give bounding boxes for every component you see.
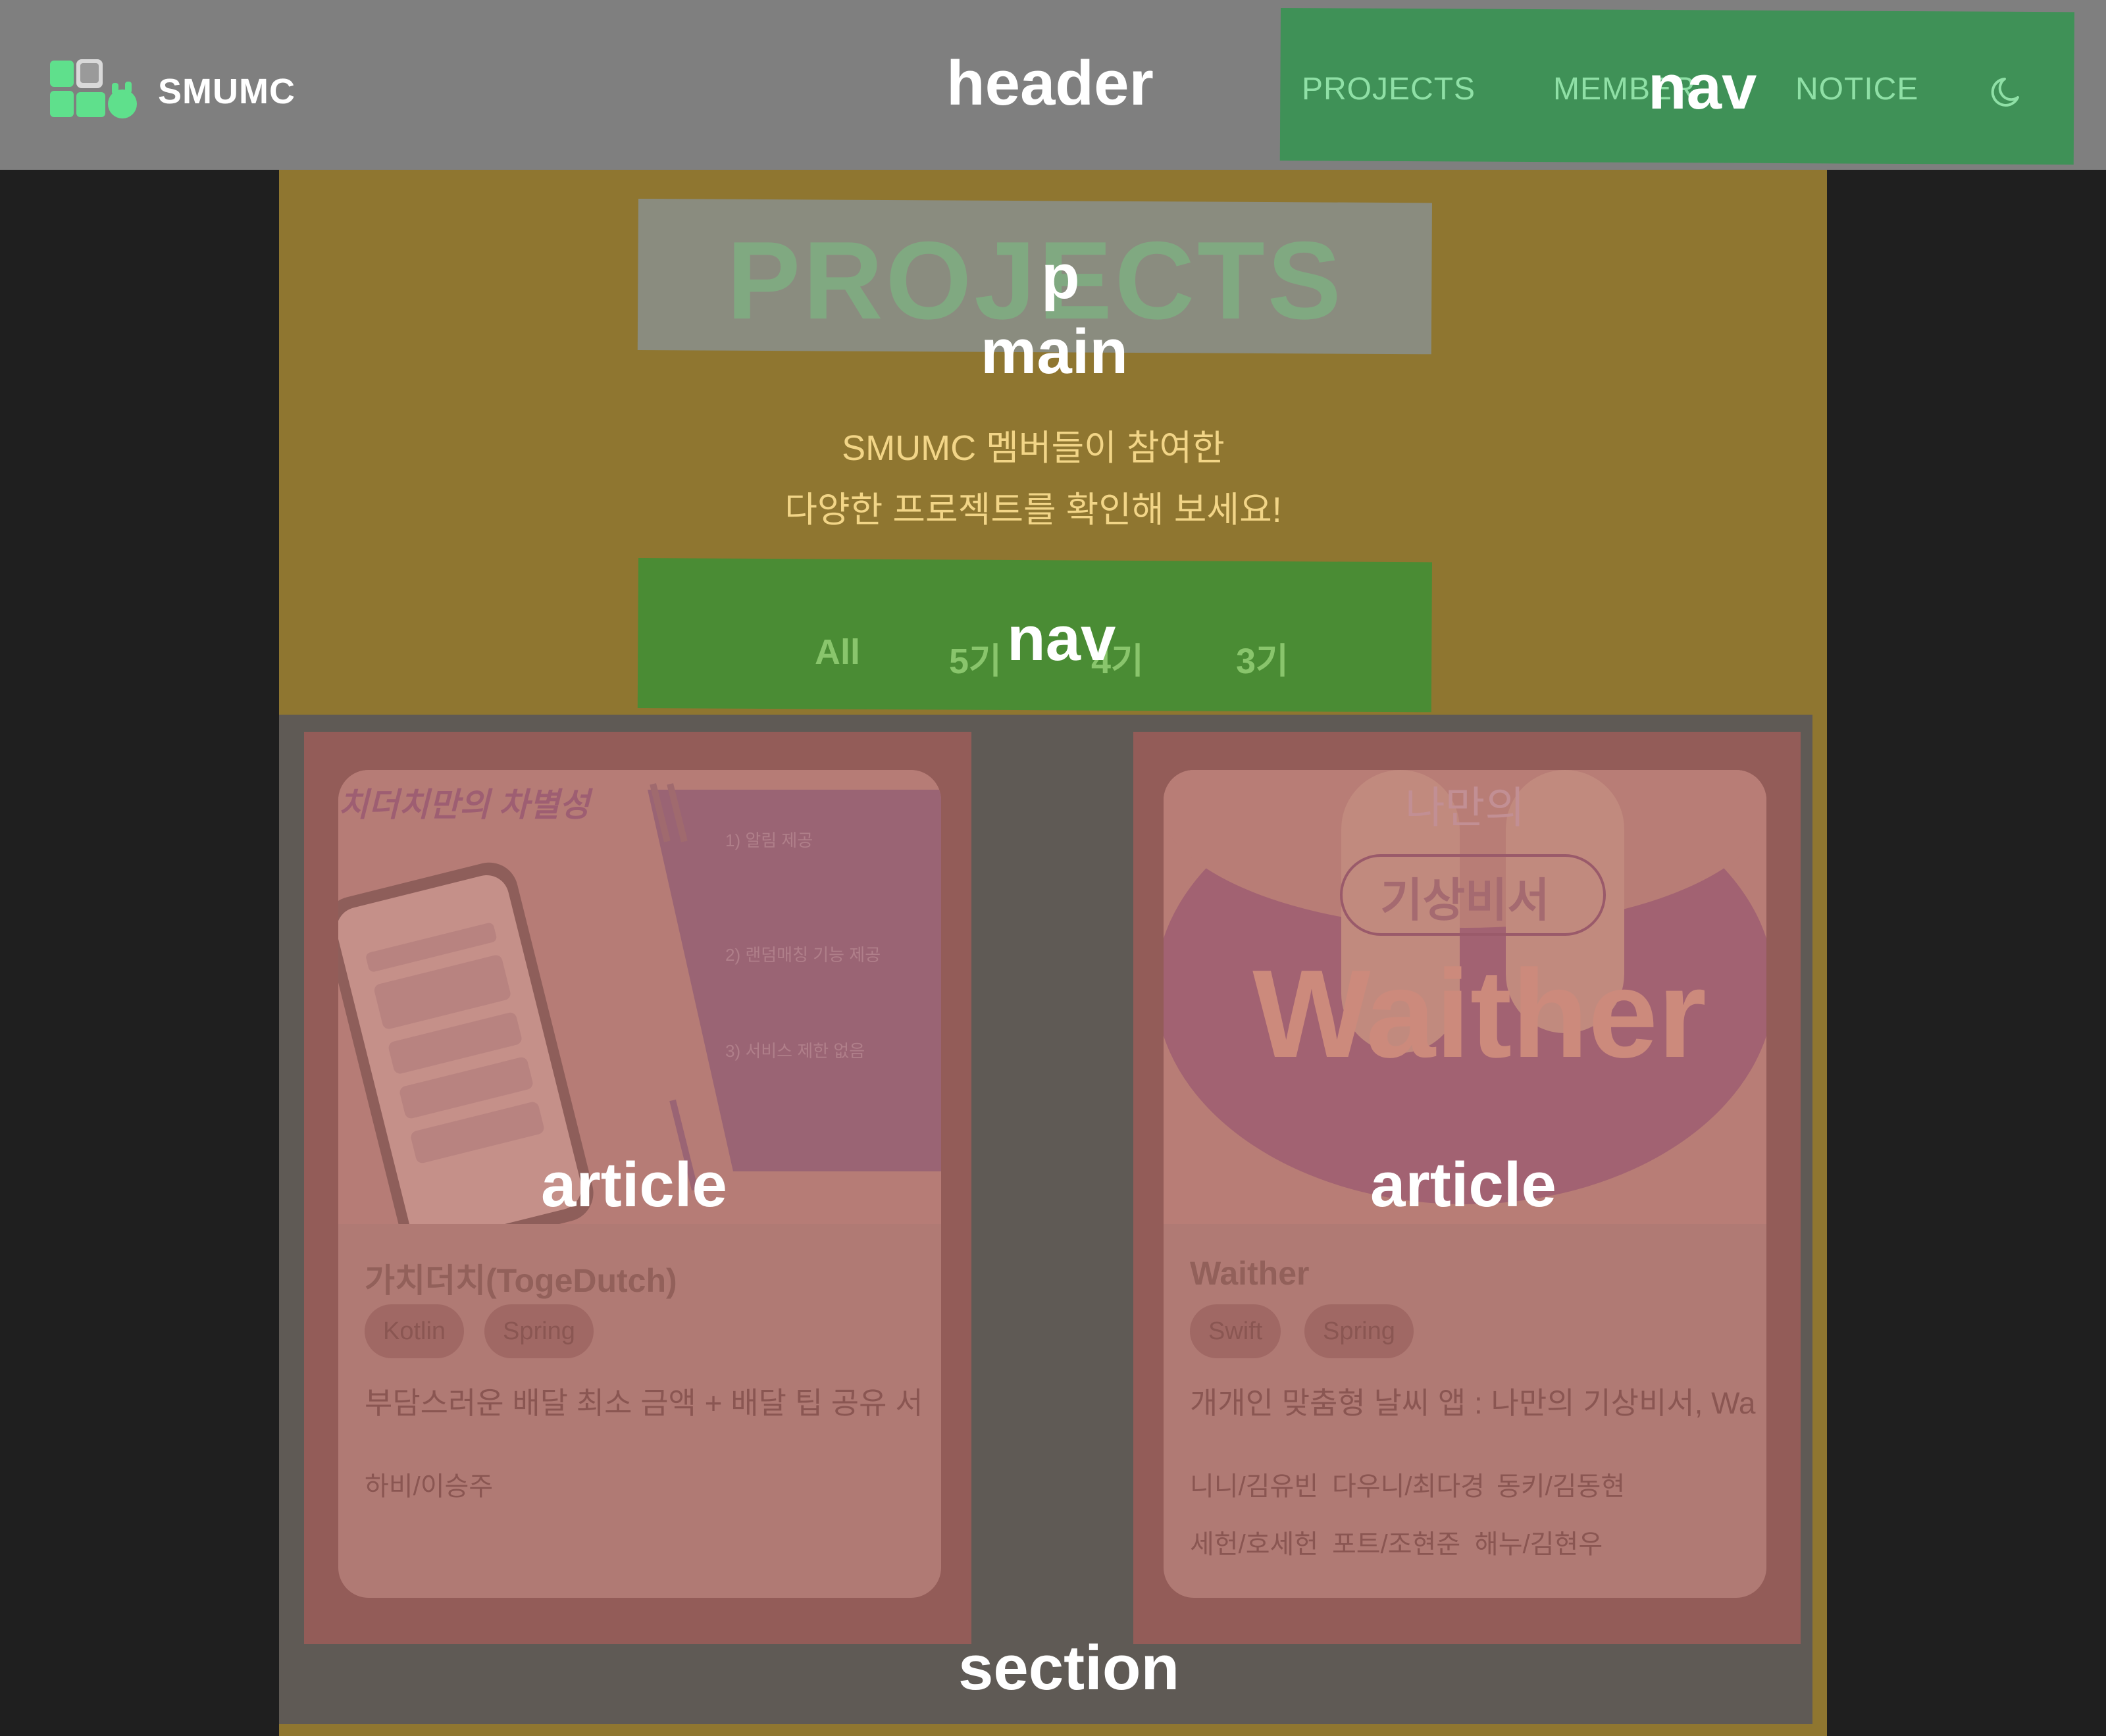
member-name: 동키/김동현 (1497, 1472, 1626, 1501)
member-name: 니니/김유빈 (1190, 1472, 1319, 1501)
thumb-logo: Waither (1252, 944, 1707, 1084)
filter-all[interactable]: All (815, 632, 860, 673)
subtitle-line-2: 다양한 프로젝트를 확인해 보세요! (784, 490, 1282, 530)
nav-link-projects[interactable]: PROJECTS (1302, 71, 1476, 107)
thumb-point-3: 3) 서비스 제한 없음 (725, 1041, 865, 1061)
header-overlay-label: header (946, 48, 1154, 118)
filter-gen-3[interactable]: 3기 (1236, 632, 1289, 684)
member-name: 해누/김현우 (1474, 1530, 1603, 1559)
subtitle-line-1: SMUMC 멤버들이 참여한 (842, 428, 1225, 468)
article-overlay-label: article (1370, 1150, 1556, 1220)
smumc-logo[interactable] (49, 58, 141, 121)
project-description: 부담스러운 배달 최소 금액 + 배달 팁 공유 서 (365, 1386, 923, 1420)
main-overlay-label: main (981, 317, 1129, 387)
p-overlay-label: p (1041, 242, 1080, 312)
member-name: 포트/조현준 (1332, 1530, 1461, 1559)
filter-nav-overlay-label: nav (1007, 603, 1116, 674)
project-title: Waither (1190, 1255, 1310, 1292)
thumb-line-1: 나만의 (1405, 783, 1525, 832)
filter-gen-5[interactable]: 5기 (949, 632, 1002, 684)
thumb-point-2: 2) 랜덤매칭 기능 제공 (725, 945, 881, 965)
project-title: 가치더치(TogeDutch) (365, 1262, 677, 1299)
tech-tag-spring: Spring (484, 1304, 594, 1358)
tech-tag-swift: Swift (1190, 1304, 1281, 1358)
article-overlay-label: article (541, 1150, 727, 1220)
thumb-point-1: 1) 알림 제공 (725, 830, 813, 850)
project-description: 개개인 맞춤형 날씨 앱 : 나만의 기상비서, Wa (1190, 1386, 1756, 1420)
thumb-line-2: 기상비서 (1380, 875, 1550, 926)
top-nav-overlay-label: nav (1648, 52, 1757, 122)
moon-icon[interactable] (1988, 71, 2030, 113)
tech-tag-kotlin: Kotlin (365, 1304, 465, 1358)
section-overlay-label: section (958, 1633, 1180, 1703)
tech-tag-spring: Spring (1304, 1304, 1414, 1358)
member-name: 다우니/최다경 (1332, 1472, 1485, 1501)
member-name: 세헌/호세헌 (1190, 1530, 1319, 1559)
nav-link-notice[interactable]: NOTICE (1795, 71, 1918, 107)
brand-name[interactable]: SMUMC (158, 71, 295, 112)
member-name: 하비/이승주 (365, 1472, 494, 1501)
thumb-headline: 치더치만의 차별성 (338, 786, 594, 823)
